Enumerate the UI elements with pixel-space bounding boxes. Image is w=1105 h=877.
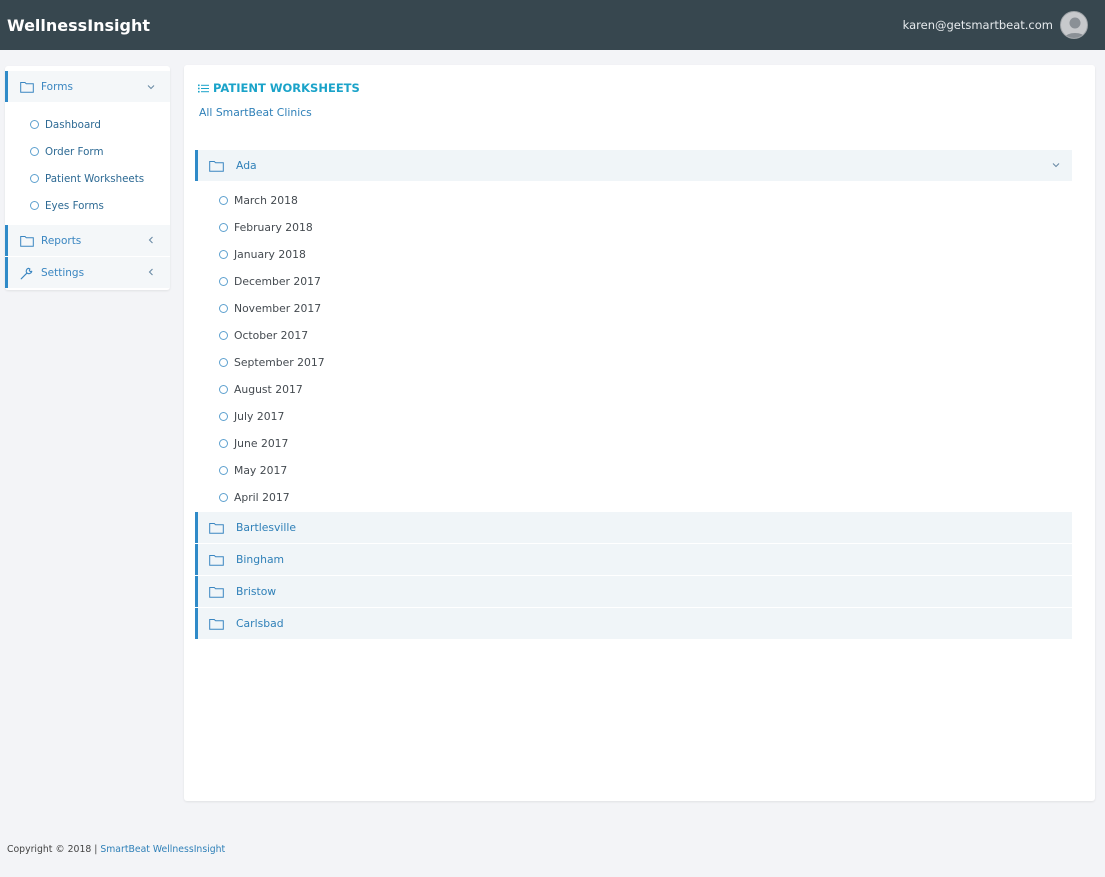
sidebar-item-label: Eyes Forms: [45, 199, 104, 212]
page-title-text: PATIENT WORKSHEETS: [213, 81, 360, 95]
folder-icon: [209, 160, 224, 172]
sidebar-group-settings[interactable]: Settings: [5, 257, 170, 288]
sidebar-group-reports[interactable]: Reports: [5, 225, 170, 256]
sidebar-group-label: Reports: [41, 234, 82, 247]
clinic-folder-bartlesville[interactable]: Bartlesville: [195, 512, 1072, 543]
month-label: March 2018: [234, 194, 298, 207]
month-item[interactable]: May 2017: [195, 457, 1072, 484]
wrench-icon: [20, 267, 34, 279]
month-item[interactable]: September 2017: [195, 349, 1072, 376]
month-item[interactable]: March 2018: [195, 187, 1072, 214]
month-item[interactable]: August 2017: [195, 376, 1072, 403]
folder-icon: [20, 81, 34, 93]
circle-icon: [219, 412, 228, 421]
circle-icon: [219, 385, 228, 394]
month-label: August 2017: [234, 383, 303, 396]
list-icon: [198, 84, 209, 92]
month-label: September 2017: [234, 356, 325, 369]
brand-logo[interactable]: WellnessInsight: [7, 16, 150, 35]
month-label: April 2017: [234, 491, 290, 504]
footer-brand-link[interactable]: SmartBeat WellnessInsight: [100, 844, 225, 855]
top-bar: WellnessInsight karen@getsmartbeat.com: [0, 0, 1105, 50]
circle-icon: [219, 223, 228, 232]
circle-icon: [30, 201, 39, 210]
circle-icon: [219, 277, 228, 286]
clinic-name: Bartlesville: [236, 521, 296, 534]
clinic-folder-list: Ada March 2018 February 2018 January 201…: [195, 150, 1072, 640]
sidebar-item-patient-worksheets[interactable]: Patient Worksheets: [5, 165, 170, 192]
forms-submenu: Dashboard Order Form Patient Worksheets …: [5, 103, 170, 225]
avatar[interactable]: [1060, 11, 1088, 39]
sidebar-item-label: Dashboard: [45, 118, 101, 131]
sidebar-group-forms[interactable]: Forms: [5, 71, 170, 102]
circle-icon: [30, 147, 39, 156]
month-label: February 2018: [234, 221, 313, 234]
month-item[interactable]: February 2018: [195, 214, 1072, 241]
sidebar-item-label: Order Form: [45, 145, 104, 158]
month-item[interactable]: December 2017: [195, 268, 1072, 295]
month-item[interactable]: June 2017: [195, 430, 1072, 457]
month-label: January 2018: [234, 248, 306, 261]
month-label: December 2017: [234, 275, 321, 288]
month-label: May 2017: [234, 464, 288, 477]
clinic-folder-bristow[interactable]: Bristow: [195, 576, 1072, 607]
month-label: July 2017: [234, 410, 285, 423]
chevron-down-icon: [1052, 160, 1060, 171]
sidebar-group-label: Settings: [41, 266, 85, 279]
circle-icon: [219, 493, 228, 502]
clinic-folder-bingham[interactable]: Bingham: [195, 544, 1072, 575]
user-email[interactable]: karen@getsmartbeat.com: [903, 18, 1053, 32]
ada-month-list: March 2018 February 2018 January 2018 De…: [195, 182, 1072, 512]
clinic-name: Ada: [236, 159, 257, 172]
sidebar-item-dashboard[interactable]: Dashboard: [5, 111, 170, 138]
circle-icon: [219, 331, 228, 340]
circle-icon: [219, 439, 228, 448]
sidebar-item-label: Patient Worksheets: [45, 172, 145, 185]
month-item[interactable]: January 2018: [195, 241, 1072, 268]
folder-icon: [20, 235, 34, 247]
clinic-name: Carlsbad: [236, 617, 284, 630]
month-item[interactable]: July 2017: [195, 403, 1072, 430]
user-menu[interactable]: karen@getsmartbeat.com: [903, 11, 1088, 39]
copyright-text: Copyright © 2018 |: [7, 844, 101, 855]
clinic-name: Bingham: [236, 553, 285, 566]
page-title: PATIENT WORKSHEETS: [198, 81, 360, 95]
sidebar-item-order-form[interactable]: Order Form: [5, 138, 170, 165]
clinic-folder-carlsbad[interactable]: Carlsbad: [195, 608, 1072, 639]
circle-icon: [219, 466, 228, 475]
folder-icon: [209, 522, 224, 534]
circle-icon: [219, 250, 228, 259]
folder-icon: [209, 554, 224, 566]
all-clinics-link[interactable]: All SmartBeat Clinics: [199, 106, 312, 119]
footer: Copyright © 2018 | SmartBeat WellnessIns…: [7, 844, 225, 855]
circle-icon: [30, 174, 39, 183]
user-avatar-icon: [1064, 17, 1086, 38]
circle-icon: [30, 120, 39, 129]
sidebar-group-label: Forms: [41, 80, 73, 93]
main-panel: PATIENT WORKSHEETS All SmartBeat Clinics…: [184, 65, 1095, 801]
month-item[interactable]: November 2017: [195, 295, 1072, 322]
month-label: November 2017: [234, 302, 322, 315]
circle-icon: [219, 196, 228, 205]
month-label: June 2017: [234, 437, 289, 450]
sidebar-item-eyes-forms[interactable]: Eyes Forms: [5, 192, 170, 219]
month-item[interactable]: October 2017: [195, 322, 1072, 349]
folder-icon: [209, 586, 224, 598]
month-label: October 2017: [234, 329, 309, 342]
chevron-left-icon: [146, 266, 156, 279]
chevron-left-icon: [146, 234, 156, 247]
clinic-name: Bristow: [236, 585, 277, 598]
clinic-folder-ada[interactable]: Ada: [195, 150, 1072, 181]
circle-icon: [219, 304, 228, 313]
circle-icon: [219, 358, 228, 367]
chevron-down-icon: [146, 80, 156, 93]
sidebar: Forms Dashboard Order Form Patient Works…: [5, 66, 170, 290]
folder-icon: [209, 618, 224, 630]
month-item[interactable]: April 2017: [195, 484, 1072, 511]
